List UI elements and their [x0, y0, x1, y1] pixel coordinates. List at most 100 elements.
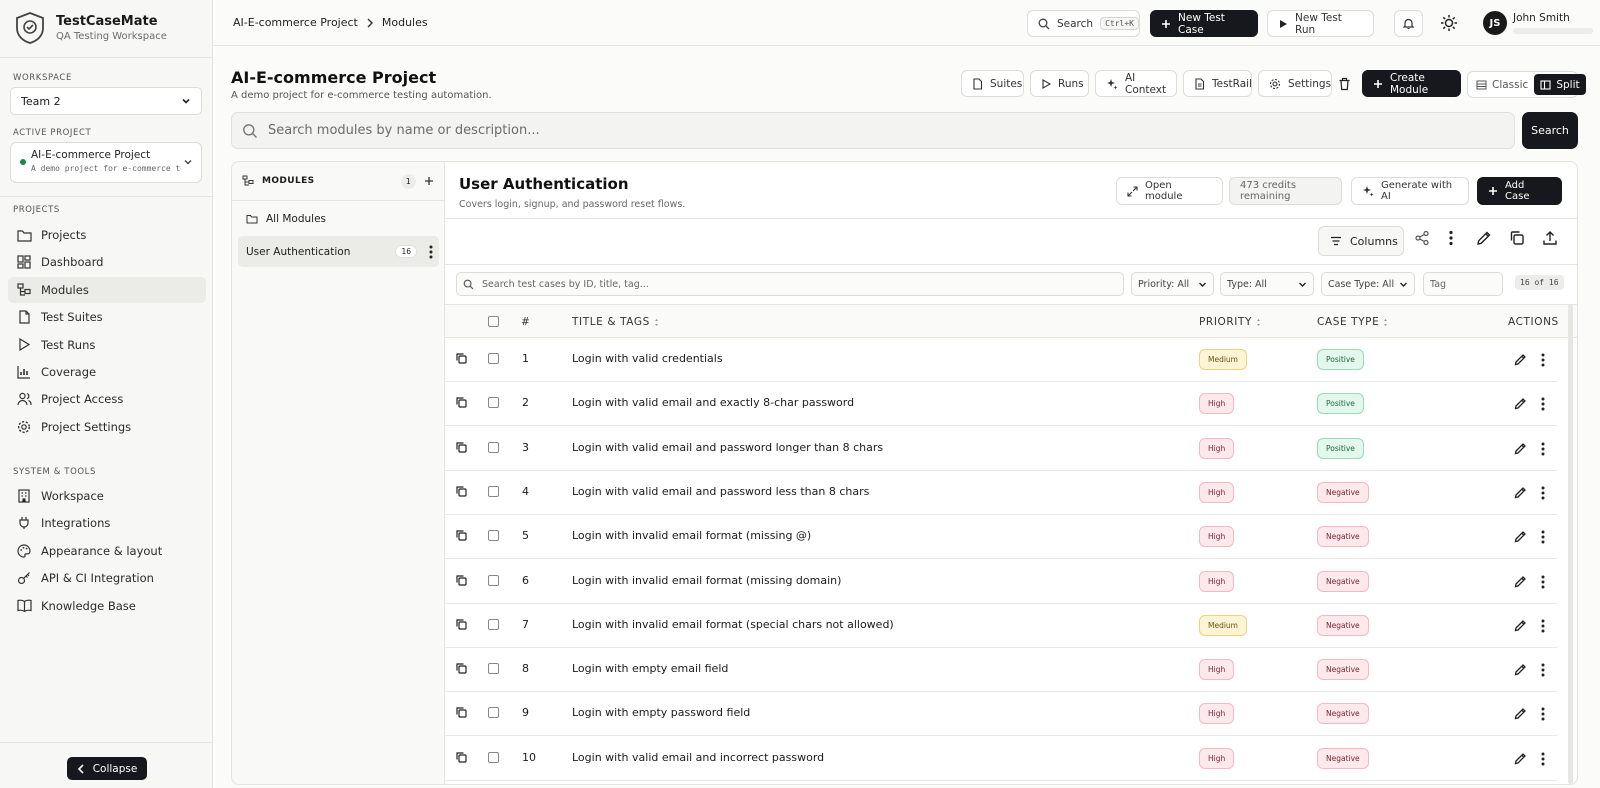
sidebar-item-integrations[interactable]: Integrations — [8, 510, 206, 536]
global-search-button[interactable]: Search Ctrl+K — [1027, 10, 1140, 37]
breadcrumb-project[interactable]: AI-E-commerce Project — [233, 16, 358, 29]
row-checkbox[interactable] — [488, 353, 499, 364]
edit-pencil-icon[interactable] — [1514, 353, 1527, 366]
generate-with-ai-button[interactable]: Generate with AI — [1351, 177, 1469, 205]
sidebar-item-appearance-layout[interactable]: Appearance & layout — [8, 538, 206, 564]
edit-pencil-icon[interactable] — [1514, 752, 1527, 765]
duplicate-icon[interactable] — [455, 618, 467, 630]
table-scrollbar[interactable] — [1568, 304, 1573, 784]
open-module-button[interactable]: Open module — [1116, 177, 1223, 205]
add-case-button[interactable]: Add Case — [1477, 177, 1562, 205]
duplicate-icon[interactable] — [455, 441, 467, 453]
table-row[interactable]: 4 Login with valid email and password les… — [445, 471, 1557, 515]
row-checkbox[interactable] — [488, 530, 499, 542]
testrail-button[interactable]: TestRail — [1183, 70, 1252, 97]
workspace-select[interactable]: Team 2 — [10, 87, 202, 115]
case-type-filter-select[interactable]: Case Type: All — [1321, 272, 1415, 296]
notifications-button[interactable] — [1394, 10, 1423, 37]
row-title[interactable]: Login with empty email field — [572, 662, 728, 675]
table-row[interactable]: 3 Login with valid email and password lon… — [445, 427, 1557, 471]
sidebar-item-api-ci-integration[interactable]: API & CI Integration — [8, 565, 206, 591]
edit-pencil-icon[interactable] — [1514, 397, 1527, 410]
table-row[interactable]: 6 Login with invalid email format (missin… — [445, 560, 1557, 604]
collapse-button[interactable]: Collapse — [67, 757, 147, 780]
suites-button[interactable]: Suites — [961, 70, 1024, 97]
create-module-button[interactable]: Create Module — [1362, 70, 1461, 97]
more-vertical-icon[interactable] — [429, 245, 433, 259]
row-title[interactable]: Login with valid email and password long… — [572, 441, 883, 454]
row-checkbox[interactable] — [488, 574, 499, 586]
sidebar-item-modules[interactable]: Modules — [8, 276, 206, 303]
new-test-run-button[interactable]: New Test Run — [1267, 10, 1374, 37]
column-header-case-type[interactable]: CASE TYPE — [1317, 316, 1388, 328]
more-vertical-icon[interactable] — [1541, 486, 1545, 500]
columns-button[interactable]: Columns — [1318, 226, 1404, 256]
duplicate-icon[interactable] — [455, 485, 467, 497]
table-row[interactable]: 1 Login with valid credentials Medium Posit… — [445, 338, 1557, 382]
row-title[interactable]: Login with invalid email format (missing… — [572, 574, 841, 587]
avatar[interactable]: JS — [1483, 11, 1507, 35]
module-search-input[interactable]: Search modules by name or description... — [231, 112, 1515, 149]
edit-pencil-icon[interactable] — [1514, 530, 1527, 543]
sidebar-item-test-suites[interactable]: Test Suites — [8, 304, 206, 330]
row-title[interactable]: Login with invalid email format (special… — [572, 618, 894, 631]
module-item-user-authentication[interactable]: User Authentication 16 — [238, 236, 439, 267]
edit-pencil-icon[interactable] — [1514, 575, 1527, 588]
more-vertical-icon[interactable] — [1541, 663, 1545, 677]
row-checkbox[interactable] — [488, 441, 499, 453]
more-vertical-icon[interactable] — [1449, 230, 1453, 246]
sidebar-item-coverage[interactable]: Coverage — [8, 359, 206, 385]
table-row[interactable]: 8 Login with empty email field High Negativ… — [445, 648, 1557, 693]
settings-button[interactable]: Settings — [1258, 70, 1332, 97]
more-vertical-icon[interactable] — [1541, 707, 1545, 721]
row-title[interactable]: Login with empty password field — [572, 706, 750, 719]
share-icon[interactable] — [1414, 230, 1430, 246]
theme-toggle-sun-icon[interactable] — [1440, 14, 1458, 32]
edit-pencil-icon[interactable] — [1514, 486, 1527, 499]
layout-split-option[interactable]: Split — [1534, 74, 1586, 95]
sidebar-item-knowledge-base[interactable]: Knowledge Base — [8, 593, 206, 619]
edit-pencil-icon[interactable] — [1514, 707, 1527, 720]
all-modules-item[interactable]: All Modules — [246, 213, 326, 225]
tag-filter-input[interactable]: Tag — [1423, 272, 1503, 296]
brand[interactable]: TestCaseMate QA Testing Workspace — [14, 12, 167, 44]
table-row[interactable]: 9 Login with empty password field High Nega… — [445, 692, 1557, 737]
select-all-checkbox[interactable] — [488, 316, 499, 327]
upload-icon[interactable] — [1542, 230, 1558, 246]
sidebar-item-project-settings[interactable]: Project Settings — [8, 414, 206, 440]
trash-icon[interactable] — [1338, 77, 1351, 91]
duplicate-icon[interactable] — [455, 352, 467, 364]
row-checkbox[interactable] — [488, 751, 499, 763]
sidebar-item-workspace[interactable]: Workspace — [8, 483, 206, 509]
row-title[interactable]: Login with valid credentials — [572, 352, 723, 365]
active-project-select[interactable]: AI-E-commerce Project A demo project for… — [10, 142, 202, 183]
runs-button[interactable]: Runs — [1030, 70, 1089, 97]
column-header-title[interactable]: TITLE & TAGS — [572, 316, 659, 328]
table-row[interactable]: 10 Login with valid email and incorrect p… — [445, 737, 1557, 781]
layout-classic-option[interactable]: Classic — [1470, 74, 1534, 95]
duplicate-icon[interactable] — [455, 529, 467, 541]
more-vertical-icon[interactable] — [1541, 575, 1545, 589]
ai-context-button[interactable]: AI Context — [1095, 70, 1177, 97]
row-checkbox[interactable] — [488, 485, 499, 497]
edit-pencil-icon[interactable] — [1514, 663, 1527, 676]
row-title[interactable]: Login with valid email and password less… — [572, 485, 869, 498]
search-button[interactable]: Search — [1522, 112, 1578, 149]
row-checkbox[interactable] — [488, 618, 499, 630]
sidebar-item-projects[interactable]: Projects — [8, 222, 206, 248]
table-row[interactable]: 5 Login with invalid email format (missin… — [445, 515, 1557, 560]
sidebar-item-test-runs[interactable]: Test Runs — [8, 332, 206, 358]
duplicate-icon[interactable] — [455, 706, 467, 718]
add-module-plus-icon[interactable] — [424, 176, 434, 186]
sidebar-item-dashboard[interactable]: Dashboard — [8, 249, 206, 275]
edit-pencil-icon[interactable] — [1514, 619, 1527, 632]
row-title[interactable]: Login with invalid email format (missing… — [572, 529, 811, 542]
row-checkbox[interactable] — [488, 663, 499, 675]
new-test-case-button[interactable]: New Test Case — [1150, 10, 1258, 37]
type-filter-select[interactable]: Type: All — [1220, 272, 1314, 296]
more-vertical-icon[interactable] — [1541, 530, 1545, 544]
row-checkbox[interactable] — [488, 707, 499, 719]
table-row[interactable]: 2 Login with valid email and exactly 8-ch… — [445, 382, 1557, 427]
sidebar-item-project-access[interactable]: Project Access — [8, 386, 206, 412]
duplicate-icon[interactable] — [455, 396, 467, 408]
